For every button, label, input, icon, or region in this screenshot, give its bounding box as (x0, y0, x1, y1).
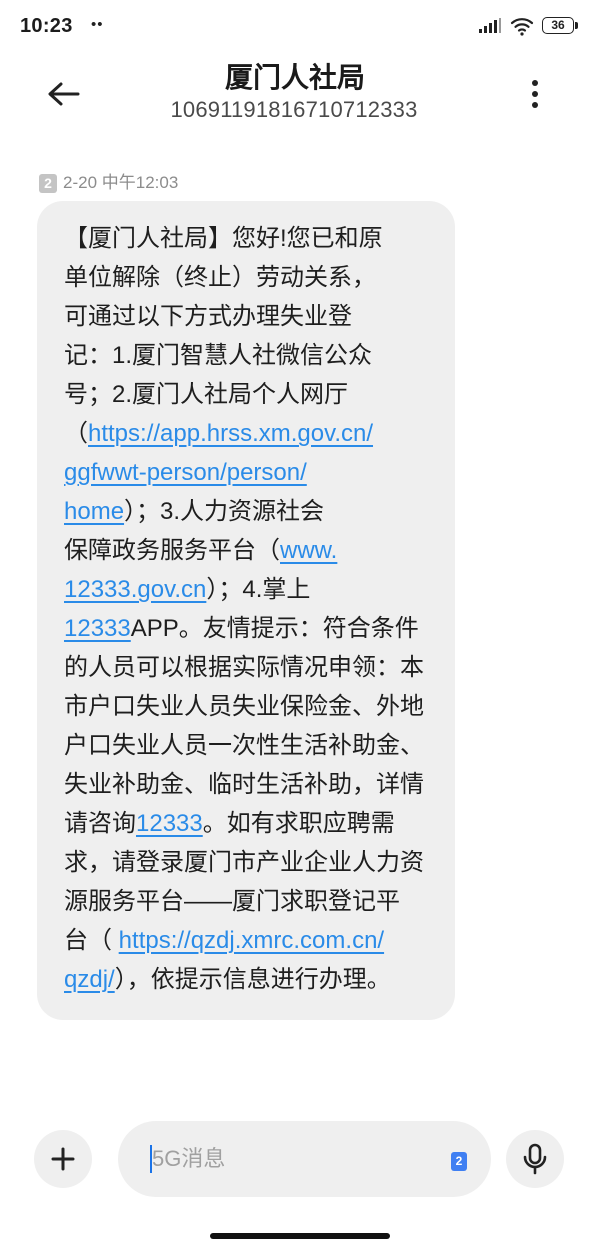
signal-icon (479, 18, 501, 33)
message-text: 台（ (64, 927, 119, 954)
message-line: 可通过以下方式办理失业登 (64, 297, 437, 336)
message-text: ），依提示信息进行办理。 (114, 966, 391, 993)
message-text: APP。友情提示：符合条件 (130, 615, 419, 642)
message-input-container[interactable] (118, 1121, 491, 1197)
sim-selector-badge[interactable]: 2 (451, 1152, 467, 1171)
message-link[interactable]: 12333 (136, 810, 203, 837)
message-line: 市户口失业人员失业保险金、外地 (64, 687, 437, 726)
message-line: 记：1.厦门智慧人社微信公众 (64, 336, 437, 375)
message-text: 记：1.厦门智慧人社微信公众 (64, 342, 373, 369)
message-text: 可通过以下方式办理失业登 (64, 303, 352, 330)
message-line: 单位解除（终止）劳动关系， (64, 258, 437, 297)
message-line: 保障政务服务平台（www. (64, 531, 437, 570)
sender-number: 10691191816710712333 (170, 97, 418, 122)
more-options-button[interactable] (519, 74, 551, 114)
message-text: ）；3.人力资源社会 (124, 498, 325, 525)
conversation-title: 厦门人社局 (224, 62, 365, 93)
message-link[interactable]: https://qzdj.xmrc.com.cn/ (119, 927, 384, 954)
message-line: 【厦门人社局】您好!您已和原 (64, 219, 437, 258)
message-link[interactable]: home (64, 498, 124, 525)
message-text: ）；4.掌上 (206, 576, 311, 603)
message-bubble[interactable]: 【厦门人社局】您好!您已和原 单位解除（终止）劳动关系， 可通过以下方式办理失业… (37, 201, 455, 1020)
message-line: （https://app.hrss.xm.gov.cn/ (64, 414, 437, 453)
message-line: 号；2.厦门人社局个人网厅 (64, 375, 437, 414)
message-link[interactable]: qzdj/ (64, 966, 115, 993)
battery-level: 36 (551, 18, 565, 32)
home-indicator[interactable] (210, 1233, 390, 1239)
message-line: 求，请登录厦门市产业企业人力资 (64, 843, 437, 882)
message-line: 12333.gov.cn）；4.掌上 (64, 570, 437, 609)
sim-slot-badge: 2 (39, 174, 57, 193)
message-text: 户口失业人员一次性生活补助金、 (64, 732, 424, 759)
status-time: 10:23 (20, 15, 73, 37)
message-text: 【厦门人社局】您好!您已和原 (64, 225, 383, 252)
message-text: 的人员可以根据实际情况申领：本 (64, 654, 424, 681)
message-text: 号；2.厦门人社局个人网厅 (64, 381, 349, 408)
wifi-icon (510, 18, 534, 36)
message-link[interactable]: www. (280, 537, 337, 564)
message-link[interactable]: 12333 (64, 615, 131, 642)
message-line: qzdj/），依提示信息进行办理。 (64, 960, 437, 999)
battery-nub (575, 22, 578, 29)
plus-icon (51, 1147, 75, 1171)
message-line: ggfwwt-person/person/ (64, 453, 437, 492)
message-text: 源服务平台——厦门求职登记平 (64, 888, 400, 915)
message-text: 。如有求职应聘需 (202, 810, 395, 837)
message-text: 市户口失业人员失业保险金、外地 (64, 693, 424, 720)
attach-button[interactable] (34, 1130, 92, 1188)
message-text: 保障政务服务平台（ (64, 537, 280, 564)
message-line: 12333APP。友情提示：符合条件 (64, 609, 437, 648)
battery-icon: 36 (542, 17, 574, 34)
message-link[interactable]: 12333.gov.cn (64, 576, 206, 603)
message-line: home）；3.人力资源社会 (64, 492, 437, 531)
message-link[interactable]: ggfwwt-person/person/ (64, 459, 307, 486)
message-text: 请咨询 (64, 810, 136, 837)
message-timestamp: 2-20 中午12:03 (63, 173, 179, 192)
message-line: 请咨询12333。如有求职应聘需 (64, 804, 437, 843)
notification-dots: •• (91, 16, 104, 33)
message-text: 失业补助金、临时生活补助，详情 (64, 771, 424, 798)
message-link[interactable]: https://app.hrss.xm.gov.cn/ (88, 420, 373, 447)
message-line: 失业补助金、临时生活补助，详情 (64, 765, 437, 804)
voice-input-button[interactable] (506, 1130, 564, 1188)
message-input[interactable] (152, 1121, 442, 1197)
message-text: 求，请登录厦门市产业企业人力资 (64, 849, 424, 876)
message-text: （ (64, 420, 88, 447)
more-vert-icon (532, 80, 538, 108)
text-cursor (150, 1145, 152, 1173)
message-line: 户口失业人员一次性生活补助金、 (64, 726, 437, 765)
message-line: 源服务平台——厦门求职登记平 (64, 882, 437, 921)
message-text: 单位解除（终止）劳动关系， (64, 264, 376, 291)
message-line: 的人员可以根据实际情况申领：本 (64, 648, 437, 687)
message-line: 台（ https://qzdj.xmrc.com.cn/ (64, 921, 437, 960)
mic-icon (523, 1143, 547, 1175)
